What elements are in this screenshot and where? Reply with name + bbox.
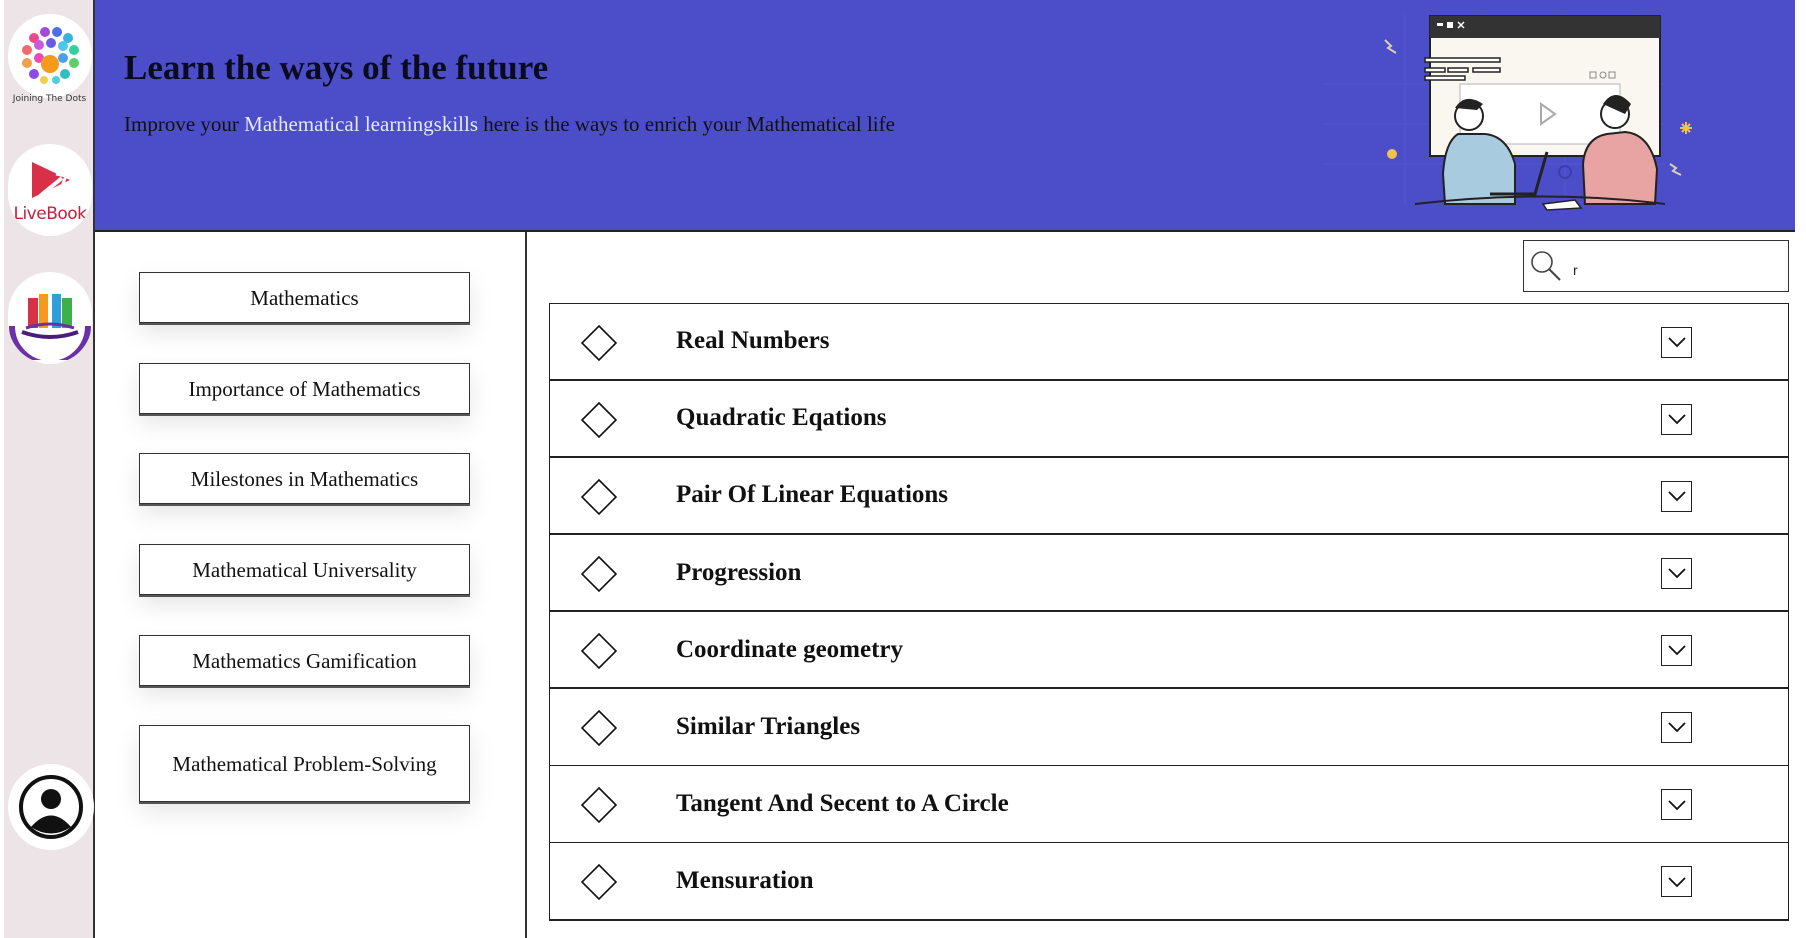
dots-logo-icon — [14, 20, 86, 92]
expand-toggle[interactable] — [1661, 480, 1692, 512]
open-book-icon — [9, 294, 91, 360]
search-field[interactable]: r — [1523, 240, 1789, 292]
page-title: Learn the ways of the future — [124, 48, 549, 87]
expand-toggle[interactable] — [1661, 326, 1692, 358]
diamond-icon — [581, 401, 617, 438]
diamond-icon — [581, 709, 617, 746]
subtitle-suffix: here is the ways to enrich your Mathemat… — [478, 112, 895, 136]
hero-banner: Learn the ways of the future Improve you… — [95, 0, 1795, 232]
chevron-down-icon — [1667, 877, 1686, 887]
diamond-icon — [581, 787, 617, 824]
books-logo[interactable] — [8, 272, 92, 364]
chapter-row-quadratic-eqations[interactable]: Quadratic Eqations — [549, 379, 1789, 459]
diamond-icon — [581, 555, 617, 592]
play-arrow-icon — [32, 162, 70, 198]
chapter-title: Progression — [676, 558, 802, 586]
user-avatar-icon — [19, 775, 83, 839]
chevron-down-icon — [1667, 337, 1686, 348]
chapter-title: Pair Of Linear Equations — [676, 481, 949, 509]
chapter-row-mensuration[interactable]: Mensuration — [549, 842, 1789, 921]
chapter-title: Similar Triangles — [676, 712, 861, 740]
expand-toggle[interactable] — [1661, 711, 1692, 743]
diamond-icon — [581, 478, 617, 515]
subtitle-highlight: Mathematical learningskills — [244, 112, 478, 136]
page-subtitle: Improve your Mathematical learningskills… — [124, 112, 895, 137]
chapter-title: Mensuration — [676, 866, 814, 894]
app-rail: Joining The Dots LiveBook — [4, 0, 95, 938]
chapter-list: Real Numbers Quadratic Eqations Pair Of … — [549, 302, 1789, 921]
chapter-row-real-numbers[interactable]: Real Numbers — [549, 302, 1789, 382]
chevron-down-icon — [1667, 414, 1686, 425]
chapter-title: Tangent And Secent to A Circle — [676, 789, 1009, 817]
livebook-logo[interactable]: LiveBook — [8, 144, 92, 236]
chevron-down-icon — [1667, 722, 1686, 733]
chevron-down-icon — [1667, 645, 1686, 656]
sidebar-item-mathematics[interactable]: Mathematics — [139, 272, 470, 323]
diamond-icon — [581, 632, 617, 669]
expand-toggle[interactable] — [1661, 403, 1692, 435]
learning-illustration — [1325, 14, 1692, 211]
chapter-title: Quadratic Eqations — [676, 404, 887, 432]
chapter-title: Coordinate geometry — [676, 635, 904, 663]
chevron-down-icon — [1667, 491, 1686, 502]
chapter-row-pair-of-linear-equations[interactable]: Pair Of Linear Equations — [549, 456, 1789, 536]
sidebar-item-importance-of-mathematics[interactable]: Importance of Mathematics — [139, 363, 470, 414]
joining-the-dots-logo[interactable] — [8, 14, 92, 98]
diamond-icon — [581, 864, 617, 901]
chapter-row-similar-triangles[interactable]: Similar Triangles — [549, 687, 1789, 767]
logo-caption: Joining The Dots — [12, 94, 87, 104]
topics-sidebar: Mathematics Importance of Mathematics Mi… — [95, 232, 527, 938]
sidebar-item-milestones-in-mathematics[interactable]: Milestones in Mathematics — [139, 453, 470, 504]
user-profile-button[interactable] — [8, 764, 94, 850]
livebook-label: LiveBook — [13, 204, 87, 224]
sidebar-item-mathematical-problem-solving[interactable]: Mathematical Problem-Solving — [139, 725, 470, 802]
chapter-row-progression[interactable]: Progression — [549, 533, 1789, 613]
search-icon — [1531, 251, 1561, 281]
chapter-row-tangent-and-secent[interactable]: Tangent And Secent to A Circle — [549, 765, 1789, 844]
subtitle-prefix: Improve your — [124, 112, 245, 136]
sidebar-item-mathematics-gamification[interactable]: Mathematics Gamification — [139, 635, 470, 686]
expand-toggle[interactable] — [1661, 866, 1692, 898]
diamond-icon — [581, 324, 617, 361]
chapter-row-coordinate-geometry[interactable]: Coordinate geometry — [549, 610, 1789, 690]
expand-toggle[interactable] — [1661, 634, 1692, 666]
chapter-title: Real Numbers — [676, 327, 830, 355]
chevron-down-icon — [1667, 799, 1686, 810]
expand-toggle[interactable] — [1661, 789, 1692, 821]
expand-toggle[interactable] — [1661, 557, 1692, 589]
chevron-down-icon — [1667, 568, 1686, 579]
search-input[interactable]: r — [1573, 254, 1578, 278]
sidebar-item-mathematical-universality[interactable]: Mathematical Universality — [139, 544, 470, 595]
